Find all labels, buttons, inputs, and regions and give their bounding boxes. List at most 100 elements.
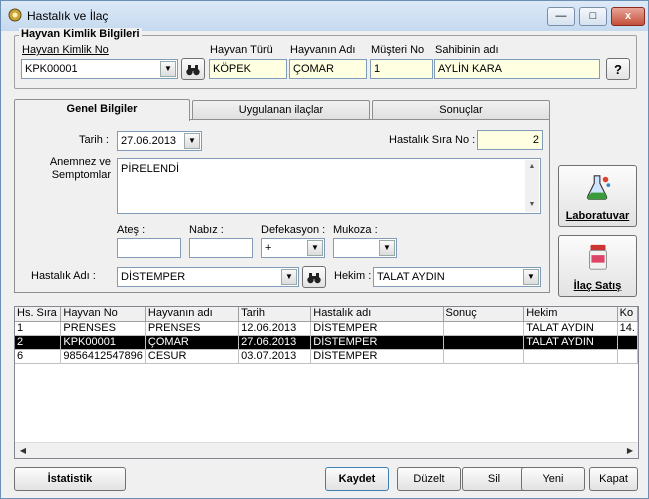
tab-applied-drugs[interactable]: Uygulanan ilaçlar xyxy=(192,100,370,120)
scroll-left-icon[interactable]: ◀ xyxy=(15,443,31,458)
animal-type-field[interactable]: KÖPEK xyxy=(209,59,287,79)
cell: 2 xyxy=(15,335,62,350)
anamnesis-value: PİRELENDİ xyxy=(121,163,180,175)
binoculars-icon xyxy=(186,65,200,76)
binoculars-icon xyxy=(307,273,321,284)
animal-name-field[interactable]: ÇOMAR xyxy=(289,59,367,79)
defecation-combo[interactable]: + ▼ xyxy=(261,238,325,258)
tab-results[interactable]: Sonuçlar xyxy=(372,100,550,120)
col-header[interactable]: Sonuç xyxy=(443,307,525,322)
owner-name-field[interactable]: AYLİN KARA xyxy=(434,59,600,79)
disease-seq-field[interactable]: 2 xyxy=(477,130,543,150)
drug-sale-label: İlaç Satış xyxy=(573,280,622,292)
pulse-field[interactable] xyxy=(189,238,253,258)
cell: 9856412547896 xyxy=(60,349,146,364)
col-header[interactable]: Hastalık adı xyxy=(310,307,444,322)
date-label: Tarih : xyxy=(79,134,109,146)
grid-horizontal-scrollbar[interactable]: ◀ ▶ xyxy=(15,442,638,458)
cell: 27.06.2013 xyxy=(238,335,312,350)
fever-label: Ateş : xyxy=(117,224,146,236)
col-header[interactable]: Hayvan No xyxy=(60,307,146,322)
pill-bottle-icon xyxy=(588,244,607,270)
cell: KPK00001 xyxy=(60,335,146,350)
statistics-button[interactable]: İstatistik xyxy=(14,467,126,491)
cell: DİSTEMPER xyxy=(310,335,444,350)
col-header[interactable]: Ko xyxy=(617,307,638,322)
anamnesis-textarea[interactable]: PİRELENDİ ▲ ▼ xyxy=(117,158,541,214)
cell: TALAT AYDIN xyxy=(523,321,618,336)
animal-type-label: Hayvan Türü xyxy=(210,44,273,56)
mucosa-combo[interactable]: ▼ xyxy=(333,238,397,258)
close-button[interactable]: Kapat xyxy=(589,467,638,491)
col-header[interactable]: Hekim xyxy=(523,307,618,322)
lab-flask-icon xyxy=(586,175,610,200)
save-button[interactable]: Kaydet xyxy=(325,467,389,491)
vet-label: Hekim : xyxy=(334,270,372,282)
minimize-button[interactable]: — xyxy=(547,7,575,26)
table-row-selected[interactable]: 2 KPK00001 ÇOMAR 27.06.2013 DİSTEMPER TA… xyxy=(15,335,638,350)
defecation-value: + xyxy=(265,242,272,254)
table-row[interactable]: 6 9856412547896 CESUR 03.07.2013 DİSTEMP… xyxy=(15,349,638,364)
chevron-down-icon[interactable]: ▼ xyxy=(281,269,297,285)
main-window: Hastalık ve İlaç — □ x Hayvan Kimlik Bil… xyxy=(0,0,649,499)
cell: PRENSES xyxy=(60,321,146,336)
owner-name-label: Sahibinin adı xyxy=(435,44,499,56)
date-picker[interactable]: 27.06.2013 ▼ xyxy=(117,131,202,151)
search-disease-button[interactable] xyxy=(302,266,326,288)
cell: TALAT AYDIN xyxy=(523,335,618,350)
anamnesis-label: Anemnez ve Semptomlar xyxy=(49,156,111,181)
animal-identity-title: Hayvan Kimlik Bilgileri xyxy=(19,28,142,40)
cell xyxy=(523,349,618,364)
animal-id-value: KPK00001 xyxy=(25,63,78,75)
help-button[interactable]: ? xyxy=(606,58,630,80)
customer-no-label: Müşteri No xyxy=(371,44,425,56)
cell: PRENSES xyxy=(145,321,240,336)
edit-button[interactable]: Düzelt xyxy=(397,467,461,491)
drug-sale-button[interactable]: İlaç Satış xyxy=(558,235,637,297)
chevron-down-icon[interactable]: ▼ xyxy=(307,240,323,256)
laboratory-label: Laboratuvar xyxy=(565,210,630,222)
chevron-down-icon[interactable]: ▼ xyxy=(523,269,539,285)
animal-name-label: Hayvanın Adı xyxy=(290,44,356,56)
title-bar: Hastalık ve İlaç — □ x xyxy=(1,1,648,31)
close-window-button[interactable]: x xyxy=(611,7,645,26)
maximize-button[interactable]: □ xyxy=(579,7,607,26)
fever-field[interactable] xyxy=(117,238,181,258)
search-animal-button[interactable] xyxy=(181,58,205,80)
mucosa-label: Mukoza : xyxy=(333,224,378,236)
cell xyxy=(617,349,638,364)
cell: 12.06.2013 xyxy=(238,321,312,336)
laboratory-button[interactable]: Laboratuvar xyxy=(558,165,637,227)
col-header[interactable]: Tarih xyxy=(238,307,312,322)
tab-general[interactable]: Genel Bilgiler xyxy=(14,99,190,121)
new-button[interactable]: Yeni xyxy=(521,467,585,491)
vet-combo[interactable]: TALAT AYDIN ▼ xyxy=(373,267,541,287)
col-header[interactable]: Hs. Sıra xyxy=(15,307,62,322)
cell: 03.07.2013 xyxy=(238,349,312,364)
disease-name-label: Hastalık Adı : xyxy=(31,270,96,282)
col-header[interactable]: Hayvanın adı xyxy=(145,307,240,322)
disease-name-value: DİSTEMPER xyxy=(121,271,186,283)
animal-id-label: Hayvan Kimlik No xyxy=(22,44,109,56)
scroll-right-icon[interactable]: ▶ xyxy=(622,443,638,458)
customer-no-field[interactable]: 1 xyxy=(370,59,433,79)
cell xyxy=(617,335,638,350)
cell xyxy=(443,321,525,336)
anamnesis-scrollbar[interactable]: ▲ ▼ xyxy=(525,160,539,212)
disease-table: Hs. Sıra Hayvan No Hayvanın adı Tarih Ha… xyxy=(15,307,638,364)
cell: DİSTEMPER xyxy=(310,321,444,336)
animal-id-combo[interactable]: KPK00001 ▼ xyxy=(21,59,178,79)
window-title: Hastalık ve İlaç xyxy=(27,9,109,23)
disease-seq-label: Hastalık Sıra No : xyxy=(389,134,476,146)
chevron-down-icon[interactable]: ▼ xyxy=(379,240,395,256)
chevron-down-icon[interactable]: ▼ xyxy=(160,61,176,77)
disease-name-combo[interactable]: DİSTEMPER ▼ xyxy=(117,267,299,287)
table-row[interactable]: 1 PRENSES PRENSES 12.06.2013 DİSTEMPER T… xyxy=(15,321,638,336)
pulse-label: Nabız : xyxy=(189,224,224,236)
delete-button[interactable]: Sil xyxy=(462,467,526,491)
cell: 6 xyxy=(15,349,62,364)
chevron-down-icon[interactable]: ▼ xyxy=(184,133,200,149)
defecation-label: Defekasyon : xyxy=(261,224,326,236)
cell: 14. xyxy=(617,321,638,336)
disease-grid[interactable]: Hs. Sıra Hayvan No Hayvanın adı Tarih Ha… xyxy=(14,306,639,459)
